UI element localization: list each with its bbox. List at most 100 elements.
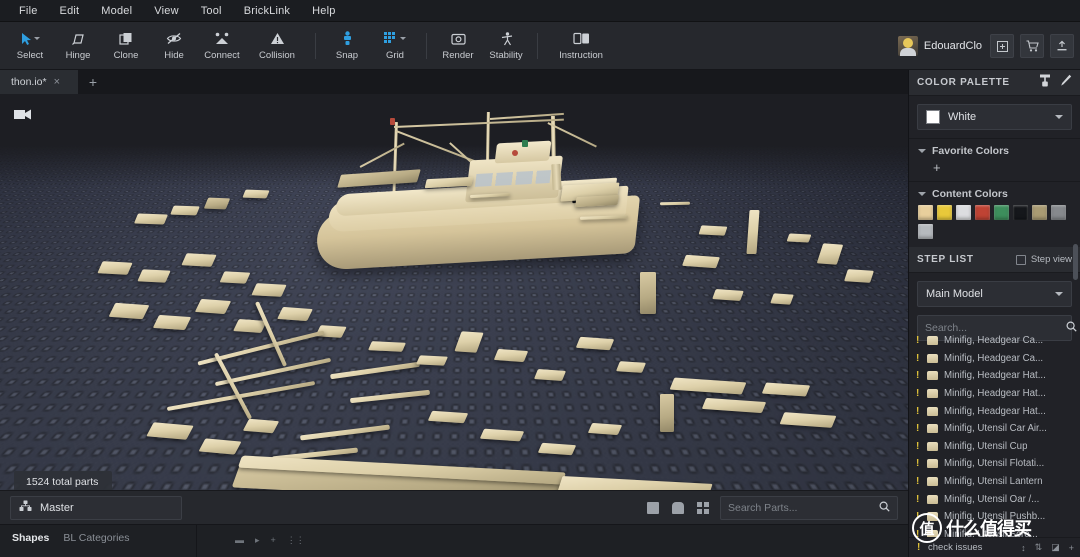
list-item[interactable]: ! Minifig, Headgear Hat... [909, 367, 1080, 385]
list-item[interactable]: ! Minifig, Utensil Car Air... [909, 420, 1080, 438]
add-icon[interactable]: + [1069, 543, 1074, 553]
hide-icon[interactable]: ◪ [1051, 542, 1060, 553]
tool-grid[interactable]: Grid [371, 28, 419, 63]
filter-icon-2[interactable]: ▸ [255, 535, 260, 546]
part-name-label: Minifig, Utensil Car Air... [944, 423, 1047, 435]
tool-select[interactable]: Select [6, 28, 54, 63]
add-favorite-color-button[interactable]: + [909, 159, 1080, 181]
tab-shapes[interactable]: Shapes [12, 532, 49, 544]
parts-list[interactable]: ! Minifig, Headgear Ca...! Minifig, Headge… [909, 332, 1080, 537]
grid-icon [384, 30, 406, 47]
filter-icon-1[interactable]: ▬ [235, 535, 244, 546]
warning-icon: ! [917, 542, 921, 553]
collapse-all-icon[interactable]: ↕ [1021, 543, 1026, 553]
step-view-toggle[interactable]: Step view [1015, 254, 1072, 265]
warning-icon: ! [916, 458, 920, 470]
color-swatch[interactable] [956, 205, 971, 220]
check-issues-bar[interactable]: ! check issues ↕ ⇅ ◪ + [909, 537, 1080, 557]
list-item[interactable]: ! Minifig, Headgear Hat... [909, 402, 1080, 420]
selected-color-dropdown[interactable]: White [917, 104, 1072, 130]
divider [196, 525, 197, 557]
menu-item-file[interactable]: File [8, 2, 49, 20]
check-issues-label: check issues [928, 542, 983, 553]
list-item[interactable]: ! Minifig, Utensil Pushb... [909, 508, 1080, 526]
content-color-swatches [909, 202, 1080, 247]
toolbar-separator [537, 32, 538, 59]
model-dropdown-label: Main Model [926, 288, 983, 300]
bottom-bar: Master [0, 490, 908, 524]
color-swatch[interactable] [918, 224, 933, 239]
content-colors-group[interactable]: Content Colors [909, 182, 1080, 202]
color-swatch[interactable] [918, 205, 933, 220]
tab-document[interactable]: thon.io* × [0, 70, 78, 94]
menu-item-bricklink[interactable]: BrickLink [233, 2, 301, 20]
scrollbar-thumb[interactable] [1073, 244, 1078, 280]
upload-button[interactable] [1050, 34, 1074, 58]
list-item[interactable]: ! Minifig, Utensil Oar /... [909, 490, 1080, 508]
list-item[interactable]: ! Minifig, Headgear Ca... [909, 332, 1080, 350]
tool-render[interactable]: Render [434, 28, 482, 63]
color-swatch[interactable] [937, 205, 952, 220]
chevron-down-icon[interactable] [33, 37, 40, 40]
tool-label: Stability [489, 50, 523, 61]
tool-hide[interactable]: Hide [150, 28, 198, 63]
list-item[interactable]: ! Minifig, Utensil Cup [909, 438, 1080, 456]
tool-label: Hide [164, 50, 184, 61]
3d-viewport[interactable]: 1524 total parts [0, 94, 908, 506]
bottom-bar-right [645, 495, 898, 520]
paint-roller-icon[interactable] [1039, 74, 1051, 92]
warning-triangle-icon [270, 30, 285, 47]
color-swatch[interactable] [1051, 205, 1066, 220]
list-item[interactable]: ! Minifig, Utensil Scre... [909, 526, 1080, 537]
camera-view-icon[interactable] [14, 108, 32, 121]
tool-snap[interactable]: Snap [323, 28, 371, 63]
part-search-box[interactable] [720, 495, 898, 520]
list-item[interactable]: ! Minifig, Utensil Lantern [909, 473, 1080, 491]
lego-ship-model[interactable] [300, 111, 660, 302]
cart-button[interactable] [1020, 34, 1044, 58]
tool-instruction[interactable]: Instruction [545, 28, 617, 63]
part-name-label: Minifig, Headgear Hat... [944, 388, 1046, 400]
search-icon[interactable] [879, 499, 890, 517]
tool-connect[interactable]: Connect [198, 28, 246, 63]
close-icon[interactable]: × [54, 76, 60, 88]
grid-view-icon[interactable] [695, 500, 711, 516]
list-item[interactable]: ! Minifig, Utensil Flotati... [909, 455, 1080, 473]
part-search-input[interactable] [728, 501, 873, 514]
checkbox-icon[interactable] [1015, 254, 1026, 265]
tool-hinge[interactable]: Hinge [54, 28, 102, 63]
tool-clone[interactable]: Clone [102, 28, 150, 63]
tool-collision[interactable]: Collision [246, 28, 308, 63]
color-swatch[interactable] [1032, 205, 1047, 220]
add-box-button[interactable] [990, 34, 1014, 58]
tab-bl-categories[interactable]: BL Categories [63, 532, 129, 544]
color-swatch[interactable] [994, 205, 1009, 220]
model-dropdown[interactable]: Main Model [917, 281, 1072, 307]
menu-item-model[interactable]: Model [90, 2, 143, 20]
brick-view-icon[interactable] [670, 500, 686, 516]
filter-icon-4[interactable]: ⋮⋮ [287, 535, 305, 546]
upload-icon [1057, 40, 1067, 51]
filter-icon-3[interactable]: + [271, 535, 276, 546]
favorite-colors-group[interactable]: Favorite Colors [909, 139, 1080, 159]
list-item[interactable]: ! Minifig, Headgear Ca... [909, 350, 1080, 368]
color-swatch[interactable] [1013, 205, 1028, 220]
warning-icon: ! [916, 370, 920, 382]
avatar[interactable] [897, 36, 918, 56]
menu-item-help[interactable]: Help [301, 2, 346, 20]
master-dropdown[interactable]: Master [10, 495, 182, 520]
menu-item-tool[interactable]: Tool [190, 2, 233, 20]
chevron-down-icon[interactable] [400, 37, 406, 40]
pencil-icon[interactable] [1060, 74, 1072, 92]
tool-stability[interactable]: Stability [482, 28, 530, 63]
square-view-icon[interactable] [645, 500, 661, 516]
tab-label: thon.io* [11, 76, 47, 88]
color-swatch[interactable] [975, 205, 990, 220]
new-tab-button[interactable]: + [78, 70, 108, 94]
menu-item-view[interactable]: View [143, 2, 189, 20]
part-thumbnail [927, 459, 938, 469]
sort-icon[interactable]: ⇅ [1035, 542, 1043, 553]
menu-item-edit[interactable]: Edit [49, 2, 91, 20]
list-item[interactable]: ! Minifig, Headgear Hat... [909, 385, 1080, 403]
tool-label: Hinge [65, 50, 91, 61]
